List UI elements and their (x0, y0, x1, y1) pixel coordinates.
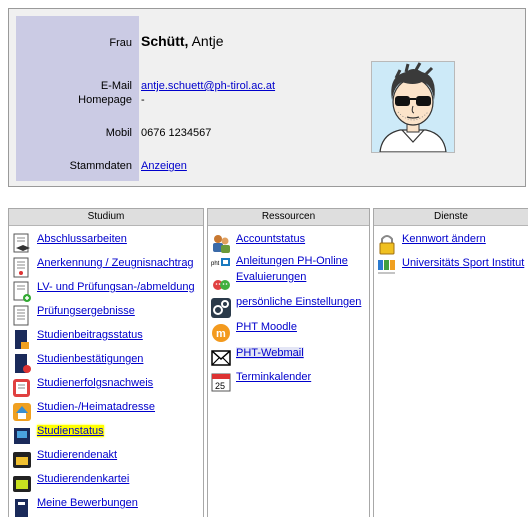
list-item-studierendenakt[interactable]: Studierendenakt (12, 449, 117, 471)
moodle-icon: m (211, 321, 231, 343)
list-item-abschlussarbeiten[interactable]: Abschlussarbeiten (12, 233, 127, 255)
svg-text:m: m (216, 328, 226, 340)
email-label: E-Mail (100, 80, 132, 92)
list-item-kennwort-aendern[interactable]: Kennwort ändern (377, 233, 486, 255)
homepage-label: Homepage (78, 94, 132, 106)
surname: Schütt, (141, 33, 189, 49)
success-certificate-icon (12, 377, 32, 399)
mobil-value: 0676 1234567 (141, 127, 212, 139)
list-item-label[interactable]: Prüfungsergebnisse (37, 305, 135, 317)
list-item-meine-bewerbungen[interactable]: Meine Bewerbungen (12, 497, 138, 519)
calendar-icon: 25 (211, 371, 231, 393)
list-item-anerkennung[interactable]: Anerkennung / Zeugnisnachtrag (12, 257, 194, 279)
application-document-icon (12, 497, 32, 519)
list-item-label[interactable]: Abschlussarbeiten (37, 233, 127, 245)
list-item-label[interactable]: Studierendenkartei (37, 473, 129, 485)
list-item-pht-moodle[interactable]: m PHT Moodle (211, 321, 297, 343)
list-item-terminkalender[interactable]: 25 Terminkalender (211, 371, 311, 393)
settings-gears-icon (211, 296, 231, 318)
list-item-label[interactable]: Studierendenakt (37, 449, 117, 461)
results-document-icon (12, 305, 32, 327)
list-item-studierendenkartei[interactable]: Studierendenkartei (12, 473, 129, 495)
list-item-label[interactable]: LV- und Prüfungsan-/abmeldung (37, 281, 195, 293)
homepage-value: - (141, 94, 145, 106)
stammdaten-link[interactable]: Anzeigen (141, 160, 187, 172)
document-plus-icon (12, 281, 32, 303)
email-link[interactable]: antje.schuett@ph-tirol.ac.at (141, 80, 275, 92)
column-ressourcen: Ressourcen Accountstatus pht Anleitungen… (207, 208, 370, 517)
home-icon (12, 401, 32, 423)
list-item-label[interactable]: Anleitungen PH-Online (236, 255, 348, 267)
salutation: Frau (109, 37, 132, 49)
list-item-studienbestaetigungen[interactable]: Studienbestätigungen (12, 353, 143, 375)
list-item-lv-pruefungsanmeldung[interactable]: LV- und Prüfungsan-/abmeldung (12, 281, 195, 303)
name-row: Frau Schütt, Antje (9, 33, 309, 53)
envelope-icon (211, 347, 231, 369)
evaluation-faces-icon (211, 271, 231, 293)
column-header-studium: Studium (9, 209, 203, 226)
graduation-document-icon (12, 233, 32, 255)
avatar-picture (372, 62, 454, 153)
list-item-persoenliche-einstellungen[interactable]: persönliche Einstellungen (211, 296, 361, 318)
list-item-usi[interactable]: Universitäts Sport Institut (377, 257, 524, 279)
list-item-label[interactable]: persönliche Einstellungen (236, 296, 361, 308)
list-item-label[interactable]: Studienerfolgsnachweis (37, 377, 153, 389)
usi-logo-icon (377, 257, 397, 279)
list-item-label[interactable]: Evaluierungen (236, 271, 306, 283)
column-header-ressourcen: Ressourcen (208, 209, 369, 226)
list-item-label[interactable]: Studienstatus (37, 425, 104, 437)
list-item-pruefungsergebnisse[interactable]: Prüfungsergebnisse (12, 305, 135, 327)
column-header-dienste: Dienste (374, 209, 528, 226)
list-item-label[interactable]: Studien-/Heimatadresse (37, 401, 155, 413)
avatar (371, 61, 455, 153)
list-item-label[interactable]: Meine Bewerbungen (37, 497, 138, 509)
list-item-label[interactable]: PHT-Webmail (236, 347, 304, 359)
list-item-label[interactable]: Anerkennung / Zeugnisnachtrag (37, 257, 194, 269)
list-item-heimatadresse[interactable]: Studien-/Heimatadresse (12, 401, 155, 423)
list-item-label[interactable]: Universitäts Sport Institut (402, 257, 524, 269)
status-monitor-icon (12, 425, 32, 447)
profile-card: Frau Schütt, Antje E-Mail antje.schuett@… (8, 8, 526, 187)
list-item-accountstatus[interactable]: Accountstatus (211, 233, 305, 255)
svg-text:pht: pht (211, 261, 220, 267)
firstname: Antje (191, 33, 224, 49)
card-file-icon (12, 473, 32, 495)
list-item-studienerfolgsnachweis[interactable]: Studienerfolgsnachweis (12, 377, 153, 399)
list-item-label[interactable]: Studienbestätigungen (37, 353, 143, 365)
list-item-label[interactable]: Terminkalender (236, 371, 311, 383)
calendar-day-text: 25 (215, 381, 225, 391)
confirmation-document-icon (12, 353, 32, 375)
list-item-studienstatus[interactable]: Studienstatus (12, 425, 104, 447)
column-studium: Studium Abschlussarbeiten Anerkennung / … (8, 208, 204, 517)
folder-icon (12, 449, 32, 471)
list-item-label[interactable]: PHT Moodle (236, 321, 297, 333)
list-item-label[interactable]: Studienbeitragsstatus (37, 329, 143, 341)
certificate-document-icon (12, 257, 32, 279)
person-name: Schütt, Antje (141, 33, 224, 49)
list-item-evaluierungen[interactable]: Evaluierungen (211, 271, 306, 293)
fee-status-icon (12, 329, 32, 351)
list-item-label[interactable]: Kennwort ändern (402, 233, 486, 245)
list-item-studienbeitragsstatus[interactable]: Studienbeitragsstatus (12, 329, 143, 351)
column-dienste: Dienste Kennwort ändern Universitäts Spo… (373, 208, 528, 517)
mobil-label: Mobil (105, 127, 132, 139)
users-account-icon (211, 233, 231, 255)
list-item-label[interactable]: Accountstatus (236, 233, 305, 245)
list-item-pht-webmail[interactable]: PHT-Webmail (211, 347, 304, 369)
stammdaten-label: Stammdaten (69, 160, 132, 172)
padlock-icon (377, 233, 397, 255)
